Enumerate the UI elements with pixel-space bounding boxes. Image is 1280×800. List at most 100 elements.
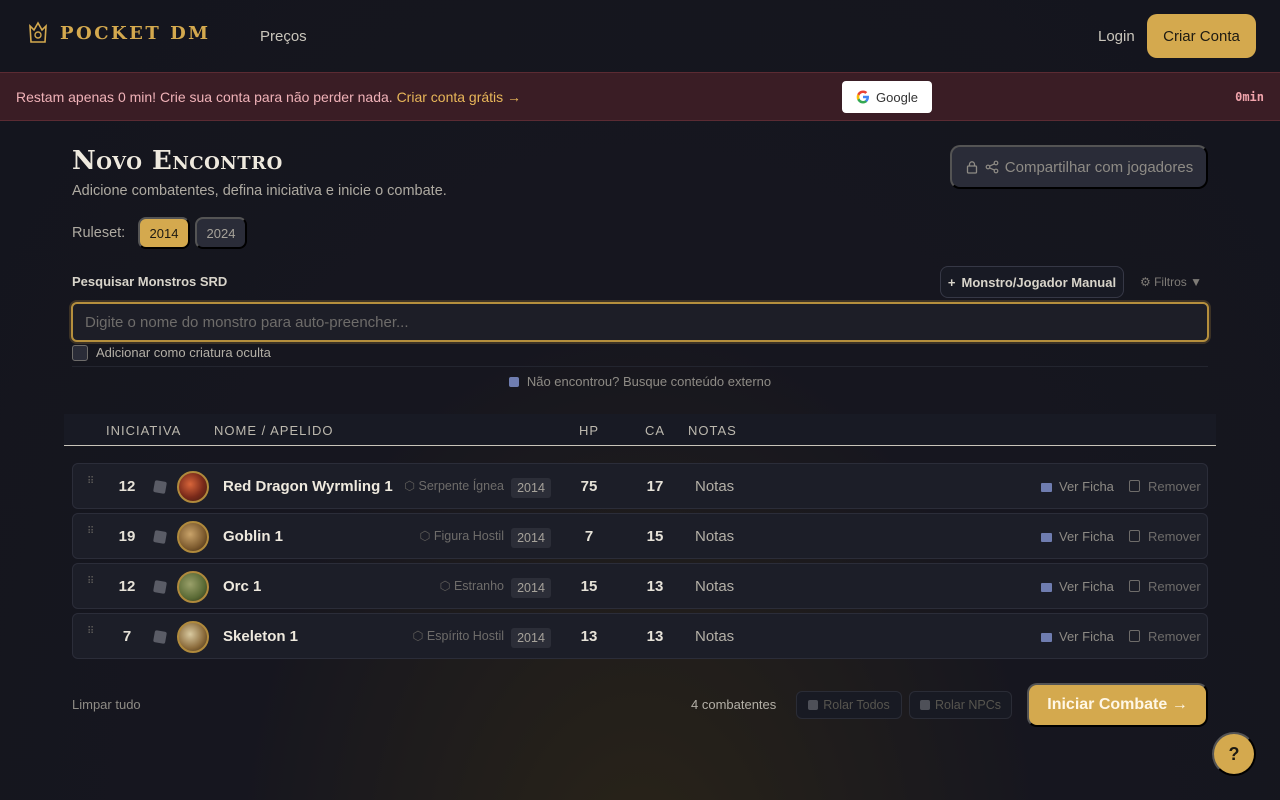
top-navbar: POCKET DM Preços Login Criar Conta [0,0,1280,72]
drag-handle-icon[interactable]: ⠿ [87,577,95,593]
add-manual-combatant-button[interactable]: + Monstro/Jogador Manual [940,266,1124,298]
avatar [177,471,209,503]
initiative-value[interactable]: 12 [109,578,145,595]
table-row: ⠿ 7 Skeleton 1 Espírito Hostil 2014 13 1… [72,613,1208,659]
notes-field[interactable]: Notas [695,628,734,645]
notes-field[interactable]: Notas [695,578,734,595]
roll-npcs-label: Rolar NPCs [935,698,1001,712]
column-header-name: NOME / APELIDO [214,423,334,438]
drag-handle-icon[interactable]: ⠿ [87,627,95,643]
filters-toggle[interactable]: ⚙ Filtros ▼ [1140,275,1202,289]
clear-all-button[interactable]: Limpar tudo [72,697,141,712]
google-icon [856,90,870,104]
ca-value[interactable]: 13 [635,578,675,595]
hp-value[interactable]: 7 [569,528,609,545]
ruleset-2024-button[interactable]: 2024 [195,217,247,249]
plus-icon: + [947,274,956,290]
page-title: Novo Encontro [72,146,283,176]
hp-value[interactable]: 15 [569,578,609,595]
google-signin-button[interactable]: Google [842,81,932,113]
crown-icon [29,21,47,43]
creature-type: Estranho [440,578,504,593]
ruleset-badge: 2014 [511,528,551,548]
ruleset-label: Ruleset: [72,225,126,241]
ca-value[interactable]: 17 [635,478,675,495]
share-icon [985,160,999,174]
ca-value[interactable]: 15 [635,528,675,545]
view-sheet-button[interactable]: Ver Ficha [1041,529,1114,544]
external-content-link[interactable]: Não encontrou? Busque conteúdo externo [0,374,1280,389]
combatant-name[interactable]: Red Dragon Wyrmling 1 [223,478,393,495]
drag-handle-icon[interactable]: ⠿ [87,527,95,543]
dice-icon[interactable] [153,530,167,544]
nav-link-precos[interactable]: Preços [260,28,307,45]
banner-message: Restam apenas 0 min! Crie sua conta para… [16,89,521,105]
combatants-table-header: INICIATIVA NOME / APELIDO HP CA NOTAS [64,414,1216,446]
ruleset-badge: 2014 [511,628,551,648]
ruleset-badge: 2014 [511,578,551,598]
help-button[interactable]: ? [1212,732,1256,776]
column-header-initiative: INICIATIVA [106,423,182,438]
view-sheet-button[interactable]: Ver Ficha [1041,479,1114,494]
table-row: ⠿ 19 Goblin 1 Figura Hostil 2014 7 15 No… [72,513,1208,559]
avatar [177,621,209,653]
combatant-name[interactable]: Skeleton 1 [223,628,298,645]
avatar [177,521,209,553]
banner-text: Restam apenas 0 min! Crie sua conta para… [16,89,393,105]
initiative-value[interactable]: 12 [109,478,145,495]
drag-handle-icon[interactable]: ⠿ [87,477,95,493]
page-subtitle: Adicione combatentes, defina iniciativa … [72,183,447,199]
logo-text: POCKET DM [60,22,211,44]
avatar [177,571,209,603]
create-account-button[interactable]: Criar Conta [1147,14,1256,58]
initiative-value[interactable]: 7 [109,628,145,645]
share-button-label: Compartilhar com jogadores [1004,158,1194,176]
banner-signup-link[interactable]: Criar conta grátis → [397,89,521,105]
start-combat-button[interactable]: Iniciar Combate → [1027,683,1208,727]
roll-all-button[interactable]: Rolar Todos [796,691,902,719]
monster-search-input[interactable] [71,302,1209,342]
table-row: ⠿ 12 Red Dragon Wyrmling 1 Serpente Ígne… [72,463,1208,509]
book-icon [508,377,519,387]
remove-button[interactable]: Remover [1129,479,1201,494]
dice-icon[interactable] [153,480,167,494]
roll-npcs-button[interactable]: Rolar NPCs [909,691,1012,719]
dice-icon[interactable] [153,630,167,644]
table-row: ⠿ 12 Orc 1 Estranho 2014 15 13 Notas Ver… [72,563,1208,609]
dice-icon[interactable] [153,580,167,594]
view-sheet-button[interactable]: Ver Ficha [1041,629,1114,644]
combatant-count: 4 combatentes [691,697,777,712]
notes-field[interactable]: Notas [695,478,734,495]
hp-value[interactable]: 13 [569,628,609,645]
trial-banner: Restam apenas 0 min! Crie sua conta para… [0,72,1280,121]
hidden-creature-checkbox[interactable] [72,345,88,361]
initiative-value[interactable]: 19 [109,528,145,545]
ca-value[interactable]: 13 [635,628,675,645]
creature-type: Figura Hostil [419,528,504,543]
remove-button[interactable]: Remover [1129,579,1201,594]
remove-button[interactable]: Remover [1129,629,1201,644]
countdown-timer: 0min [1235,90,1264,104]
remove-button[interactable]: Remover [1129,529,1201,544]
creature-type: Espírito Hostil [413,628,504,643]
notes-field[interactable]: Notas [695,528,734,545]
view-sheet-button[interactable]: Ver Ficha [1041,579,1114,594]
hidden-creature-label: Adicionar como criatura oculta [96,345,271,360]
ruleset-badge: 2014 [511,478,551,498]
roll-all-label: Rolar Todos [823,698,890,712]
combatant-name[interactable]: Orc 1 [223,578,261,595]
column-header-ca: CA [645,423,666,438]
login-link[interactable]: Login [1098,28,1135,45]
ruleset-2014-button[interactable]: 2014 [138,217,190,249]
share-with-players-button[interactable]: Compartilhar com jogadores [950,145,1208,189]
hp-value[interactable]: 75 [569,478,609,495]
column-header-hp: HP [579,423,600,438]
creature-type: Serpente Ígnea [404,478,505,493]
manual-button-label: Monstro/Jogador Manual [961,274,1117,290]
logo[interactable]: POCKET DM [28,20,211,46]
google-label: Google [876,89,918,105]
external-content-text: Não encontrou? Busque conteúdo externo [526,374,772,389]
divider [72,366,1208,367]
column-header-notes: NOTAS [688,423,737,438]
combatant-name[interactable]: Goblin 1 [223,528,283,545]
